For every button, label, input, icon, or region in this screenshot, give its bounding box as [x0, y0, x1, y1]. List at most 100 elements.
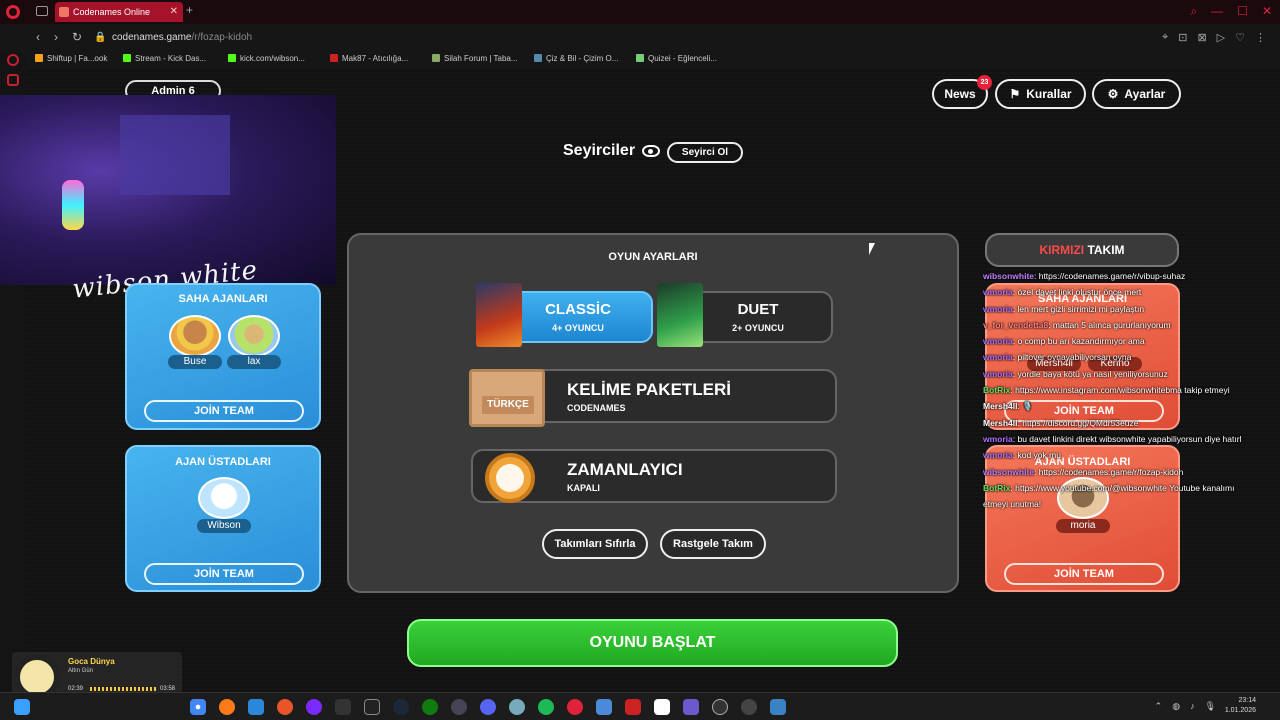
new-tab-button[interactable]: + [186, 3, 193, 17]
chat-message: wibsonwhite: https://codenames.game/r/fo… [983, 464, 1280, 480]
become-spectator-button[interactable]: Seyirci Ol [667, 142, 743, 163]
blue-spymasters-join-button[interactable]: JOİN TEAM [144, 563, 304, 585]
chat-message: wmoria: piltover oynayabiliyorsan oyna [983, 349, 1280, 365]
red-team-header: KIRMIZI TAKIM [985, 233, 1179, 267]
menu-icon[interactable]: ⋮ [1255, 31, 1266, 44]
obs-icon[interactable] [712, 699, 728, 715]
bookmark-item[interactable]: Shiftup | Fa...ook [35, 54, 107, 63]
epic-games-icon[interactable] [364, 699, 380, 715]
ea-icon[interactable] [277, 699, 293, 715]
mouse-cursor-icon [869, 243, 875, 255]
rules-label: Kurallar [1026, 87, 1072, 101]
firefox-icon[interactable] [219, 699, 235, 715]
xbox-icon[interactable] [422, 699, 438, 715]
system-clock[interactable]: 23:14 1.01.2026 [1225, 696, 1256, 716]
search-tabs-icon[interactable]: ⌕ [1190, 4, 1197, 19]
start-game-button[interactable]: OYUNU BAŞLAT [407, 619, 898, 667]
lock-icon: 🔒 [94, 32, 107, 43]
opera-sidebar-icon[interactable] [7, 54, 19, 66]
bookmark-item[interactable]: kick.com/wibson... [228, 54, 305, 63]
bookmark-item[interactable]: Çiz & Bil - Çizim O... [534, 54, 618, 63]
mic-icon[interactable]: 🎙 [1205, 701, 1216, 712]
chat-username: wmoria [983, 336, 1013, 347]
snapshot-icon[interactable]: ⊡ [1178, 31, 1187, 44]
avatar [228, 315, 280, 357]
tray-chevron-icon[interactable]: ⌃ [1155, 701, 1163, 712]
close-window-icon[interactable]: ✕ [1262, 4, 1272, 19]
tab-bar: Codenames Online ✕ + ⌕ — ☐ ✕ [0, 0, 1280, 24]
heart-icon[interactable]: ♡ [1235, 31, 1245, 44]
player-name: lax [227, 355, 281, 369]
network-icon[interactable]: ◍ [1172, 701, 1180, 712]
spotify-icon[interactable] [538, 699, 554, 715]
reset-teams-button[interactable]: Takımları Sıfırla [542, 529, 648, 559]
popcorn-icon[interactable] [654, 699, 670, 715]
reload-icon[interactable]: ↻ [72, 30, 82, 44]
chat-message: BotRix: https://www.youtube.com/@wibsonw… [983, 480, 1280, 496]
timer-option[interactable]: ZAMANLAYICI KAPALI [471, 449, 837, 503]
player-name: Wibson [197, 519, 251, 533]
chrome-icon[interactable] [190, 699, 206, 715]
url-field[interactable]: codenames.game/r/fozap-kidoh [112, 32, 252, 43]
codenames-favicon-icon [59, 7, 69, 17]
volume-icon[interactable]: ♪ [1190, 701, 1195, 712]
windows-start-icon[interactable] [14, 699, 30, 715]
eye-icon [642, 145, 660, 157]
app-icon[interactable] [625, 699, 641, 715]
close-tab-icon[interactable]: ✕ [170, 2, 178, 22]
bookmark-item[interactable]: Mak87 - Atıcılığa... [330, 54, 408, 63]
chat-text: : https://codenames.game/r/vibup-suhaz [1034, 271, 1186, 281]
chatgpt-icon[interactable] [741, 699, 757, 715]
settings-button[interactable]: ⚙ Ayarlar [1092, 79, 1181, 109]
forward-icon[interactable]: › [54, 30, 58, 44]
play-icon[interactable]: ▷ [1217, 31, 1225, 44]
tab-islands-icon[interactable] [36, 6, 48, 16]
bookmark-item[interactable]: Quizei - Eğlenceli... [636, 54, 717, 63]
app-icon[interactable] [509, 699, 525, 715]
news-button[interactable]: News 23 [932, 75, 992, 109]
song-title: Goca Dünya [68, 657, 115, 666]
window-controls: ⌕ — ☐ ✕ [1190, 4, 1272, 19]
chat-text: : kod yok mu [1012, 450, 1061, 461]
chat-message: etmeyi unutma! [983, 496, 1280, 512]
maximize-icon[interactable]: ☐ [1237, 4, 1248, 19]
random-teams-button[interactable]: Rastgele Takım [660, 529, 766, 559]
word-packs-option[interactable]: TÜRKÇE KELİME PAKETLERİ CODENAMES [469, 369, 837, 427]
opera-logo-icon[interactable] [6, 5, 20, 19]
chat-text: : mattan 5 alınca gururlanıyorum [1048, 319, 1171, 330]
opera-gx-icon[interactable] [567, 699, 583, 715]
amazon-icon[interactable] [335, 699, 351, 715]
chat-text: : bu davet linkini direkt wibsonwhite ya… [1012, 433, 1242, 444]
red-spymasters-join-button[interactable]: JOİN TEAM [1004, 563, 1164, 585]
tab-codenames[interactable]: Codenames Online ✕ [55, 2, 183, 22]
app-icon[interactable] [596, 699, 612, 715]
app-icon[interactable] [770, 699, 786, 715]
explorer-icon[interactable] [248, 699, 264, 715]
steam-icon[interactable] [393, 699, 409, 715]
bookmark-item[interactable]: Silah Forum | Taba... [432, 54, 518, 63]
player-name: moria [1056, 519, 1110, 533]
chat-text: : https://discord.gg/QMdr53euze [1017, 417, 1139, 428]
app-icon[interactable] [451, 699, 467, 715]
app-icon[interactable] [306, 699, 322, 715]
stopwatch-icon [485, 453, 535, 503]
adblock-icon[interactable]: ⊠ [1197, 31, 1206, 44]
rules-button[interactable]: ⚑ Kurallar [995, 79, 1086, 109]
stream-chat-overlay: wibsonwhite: https://codenames.game/r/vi… [983, 268, 1280, 512]
blue-agents-join-button[interactable]: JOİN TEAM [144, 400, 304, 422]
messenger-icon[interactable] [7, 74, 19, 86]
chat-username: v_for_vendetta8 [983, 319, 1049, 330]
tab-title: Codenames Online [73, 7, 151, 17]
settings-label: Ayarlar [1124, 87, 1166, 101]
news-label: News [944, 87, 976, 101]
back-icon[interactable]: ‹ [36, 30, 40, 44]
taskbar: ⌃ ◍ ♪ 🎙 23:14 1.01.2026 [0, 692, 1280, 720]
minimize-icon[interactable]: — [1211, 4, 1223, 19]
bookmark-item[interactable]: Stream - Kick Das... [123, 54, 206, 63]
duet-box-image [657, 283, 703, 347]
blue-spymasters-title: AJAN ÜSTADLARI [175, 456, 271, 468]
discord-icon[interactable] [480, 699, 496, 715]
app-icon[interactable] [683, 699, 699, 715]
song-artist: Altın Gün [68, 668, 94, 674]
pin-icon[interactable]: ⌖ [1162, 31, 1168, 44]
